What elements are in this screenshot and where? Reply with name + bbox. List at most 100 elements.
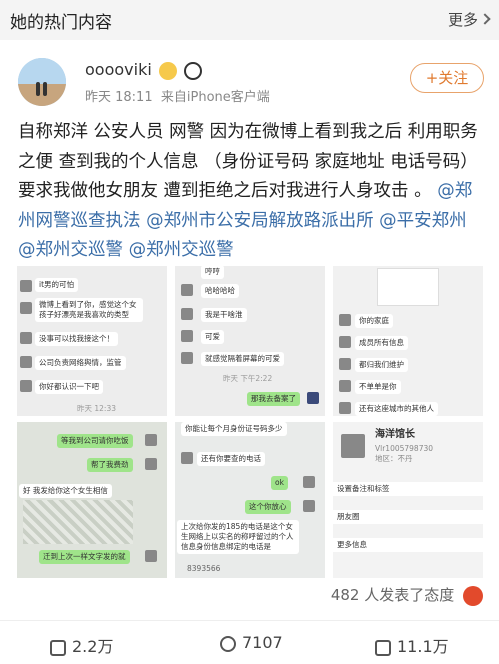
chat-avatar — [303, 500, 315, 512]
chat-avatar — [145, 550, 157, 562]
like-button[interactable]: 11.1万 — [375, 633, 449, 657]
section-title: 她的热门内容 — [10, 13, 112, 33]
chat-avatar — [20, 380, 32, 392]
chat-bubble: 还有你要查的电话 — [197, 452, 265, 466]
chat-avatar — [145, 434, 157, 446]
chat-bubble: 不单单是你 — [355, 380, 401, 394]
chat-avatar — [339, 336, 351, 348]
chat-avatar — [20, 332, 32, 344]
chat-bubble: 我是干啥淮 — [201, 308, 247, 322]
chat-screenshot-1[interactable]: it男的可怕 微博上看到了你，感觉这个女孩子好漂亮是我喜欢的类型 没事可以找我接… — [17, 266, 167, 416]
chat-bubble: 好 我发给你这个女生相信 — [19, 484, 112, 498]
chat-bubble: 8393566 — [187, 564, 221, 573]
chat-screenshot-5[interactable]: 你能让每个月身份证号码多少 还有你要查的电话 ok 这个你放心 上次给你发的18… — [175, 422, 325, 578]
chat-bubble: 成员所有信息 — [355, 336, 408, 350]
username[interactable]: ooooviki — [85, 60, 152, 79]
chat-bubble: 还有这座城市的其他人 — [355, 402, 438, 416]
post-text: 自称郑洋 公安人员 网警 因为在微博上看到我之后 利用职务之便 查到我的个人信息… — [18, 122, 478, 201]
profile-row: 朋友圈 — [333, 510, 483, 524]
repost-count: 2.2万 — [72, 637, 114, 656]
chat-bubble: 哼哼 — [201, 266, 224, 279]
avatar-beach — [18, 84, 66, 106]
mention[interactable]: @平安郑州 — [379, 211, 467, 231]
chat-bubble: 微博上看到了你，感觉这个女孩子好漂亮是我喜欢的类型 — [35, 298, 143, 322]
chat-avatar — [181, 352, 193, 364]
chat-screenshot-3[interactable]: 你的家庭 成员所有信息 都归我们维护 不单单是你 还有这座城市的其他人 — [333, 266, 483, 416]
avatar-person — [43, 82, 47, 96]
profile-screenshot-6[interactable]: 海洋馆长 Vlr1005798730 地区：不丹 设置备注和标签 朋友圈 更多信… — [333, 422, 483, 578]
chat-avatar — [339, 314, 351, 326]
chat-screenshot-2[interactable]: 哼哼 哈哈哈哈 我是干啥淮 可爱 就感觉隔着屏幕的可爱 昨天 下午2:22 那我… — [175, 266, 325, 416]
more-link[interactable]: 更多 — [447, 9, 491, 30]
comment-count: 7107 — [242, 633, 283, 652]
chat-bubble: 没事可以找我接这个！ — [35, 332, 118, 346]
chat-bubble: 等我到公司请你吃饭 — [57, 434, 133, 448]
post-body: 自称郑洋 公安人员 网警 因为在微博上看到我之后 利用职务之便 查到我的个人信息… — [18, 118, 486, 266]
chevron-right-icon — [479, 12, 491, 25]
like-count: 11.1万 — [397, 637, 449, 656]
chat-bubble: 上次给你发的185的电话是这个女生网络上以实名的称呼留过的个人信息身份信息绑定的… — [177, 520, 299, 554]
chat-bubble: 帮了我费劲 — [87, 458, 133, 472]
chat-avatar — [307, 392, 319, 404]
chat-menu-card — [377, 268, 439, 306]
chat-bubble: 就感觉隔着屏幕的可爱 — [201, 352, 284, 366]
emoji-panda-icon — [183, 61, 202, 80]
profile-row: 更多信息 — [333, 538, 483, 552]
avatar-sky — [18, 58, 66, 85]
mention[interactable]: @郑州交巡警 — [18, 240, 123, 260]
chat-bubble: 这个你放心 — [245, 500, 291, 514]
avatar[interactable] — [18, 58, 66, 106]
chat-bubble: 公司负责网络舆情，监管 — [35, 356, 126, 370]
more-label: 更多 — [447, 11, 478, 29]
follow-button[interactable]: +关注 — [410, 63, 484, 93]
chat-avatar — [181, 284, 193, 296]
chat-timestamp: 昨天 12:33 — [77, 404, 116, 413]
attitude-summary[interactable]: 482 人发表了态度 — [331, 584, 483, 606]
attitude-count: 482 人发表了态度 — [330, 586, 455, 604]
chat-avatar — [145, 458, 157, 470]
post-time: 昨天 18:11 — [85, 90, 153, 105]
chat-avatar — [339, 402, 351, 414]
chat-avatar — [339, 380, 351, 392]
chat-avatar — [339, 358, 351, 370]
avatar-person — [36, 82, 40, 96]
profile-region: 地区：不丹 — [375, 454, 413, 463]
chat-bubble: 哈哈哈哈 — [201, 284, 239, 298]
chat-avatar — [20, 280, 32, 292]
post-source: 来自iPhone客户端 — [160, 90, 270, 105]
chat-bubble: 那我去备案了 — [247, 392, 300, 406]
chat-bubble: 可爱 — [201, 330, 224, 344]
chat-avatar — [181, 308, 193, 320]
chat-bubble: 你的家庭 — [355, 314, 393, 328]
chat-avatar — [20, 302, 32, 314]
thumbs-up-icon — [375, 639, 391, 656]
chat-avatar — [20, 356, 32, 368]
profile-row: 设置备注和标签 — [333, 482, 483, 496]
chat-bubble: ok — [271, 476, 288, 490]
blurred-image — [23, 500, 133, 544]
mention[interactable]: @郑州市公安局解放路派出所 — [146, 211, 374, 231]
chat-avatar — [303, 476, 315, 488]
chat-bubble: it男的可怕 — [35, 278, 79, 292]
profile-name: 海洋馆长 — [375, 429, 415, 440]
profile-avatar — [341, 434, 365, 458]
chat-avatar — [181, 452, 193, 464]
angry-emoji-icon — [463, 585, 483, 606]
repost-icon — [50, 639, 66, 656]
image-grid: it男的可怕 微博上看到了你，感觉这个女孩子好漂亮是我喜欢的类型 没事可以找我接… — [17, 266, 483, 578]
comment-button[interactable]: 7107 — [220, 633, 283, 652]
emoji-crown-icon — [158, 61, 177, 80]
mention[interactable]: @郑州交巡警 — [129, 240, 234, 260]
chat-avatar — [181, 330, 193, 342]
chat-bubble: 你能让每个月身份证号码多少 — [181, 422, 287, 436]
action-bar: 2.2万 7107 11.1万 — [0, 620, 499, 664]
chat-screenshot-4[interactable]: 等我到公司请你吃饭 帮了我费劲 好 我发给你这个女生相信 迁到上次一样文字发的就 — [17, 422, 167, 578]
comment-icon — [220, 635, 236, 652]
chat-bubble: 都归我们维护 — [355, 358, 408, 372]
chat-timestamp: 昨天 下午2:22 — [223, 374, 273, 383]
repost-button[interactable]: 2.2万 — [50, 633, 113, 657]
chat-bubble: 迁到上次一样文字发的就 — [39, 550, 130, 564]
username-row[interactable]: ooooviki — [85, 60, 202, 80]
chat-bubble: 你好都认识一下吧 — [35, 380, 103, 394]
post-meta: 昨天 18:11 来自iPhone客户端 — [85, 86, 270, 105]
